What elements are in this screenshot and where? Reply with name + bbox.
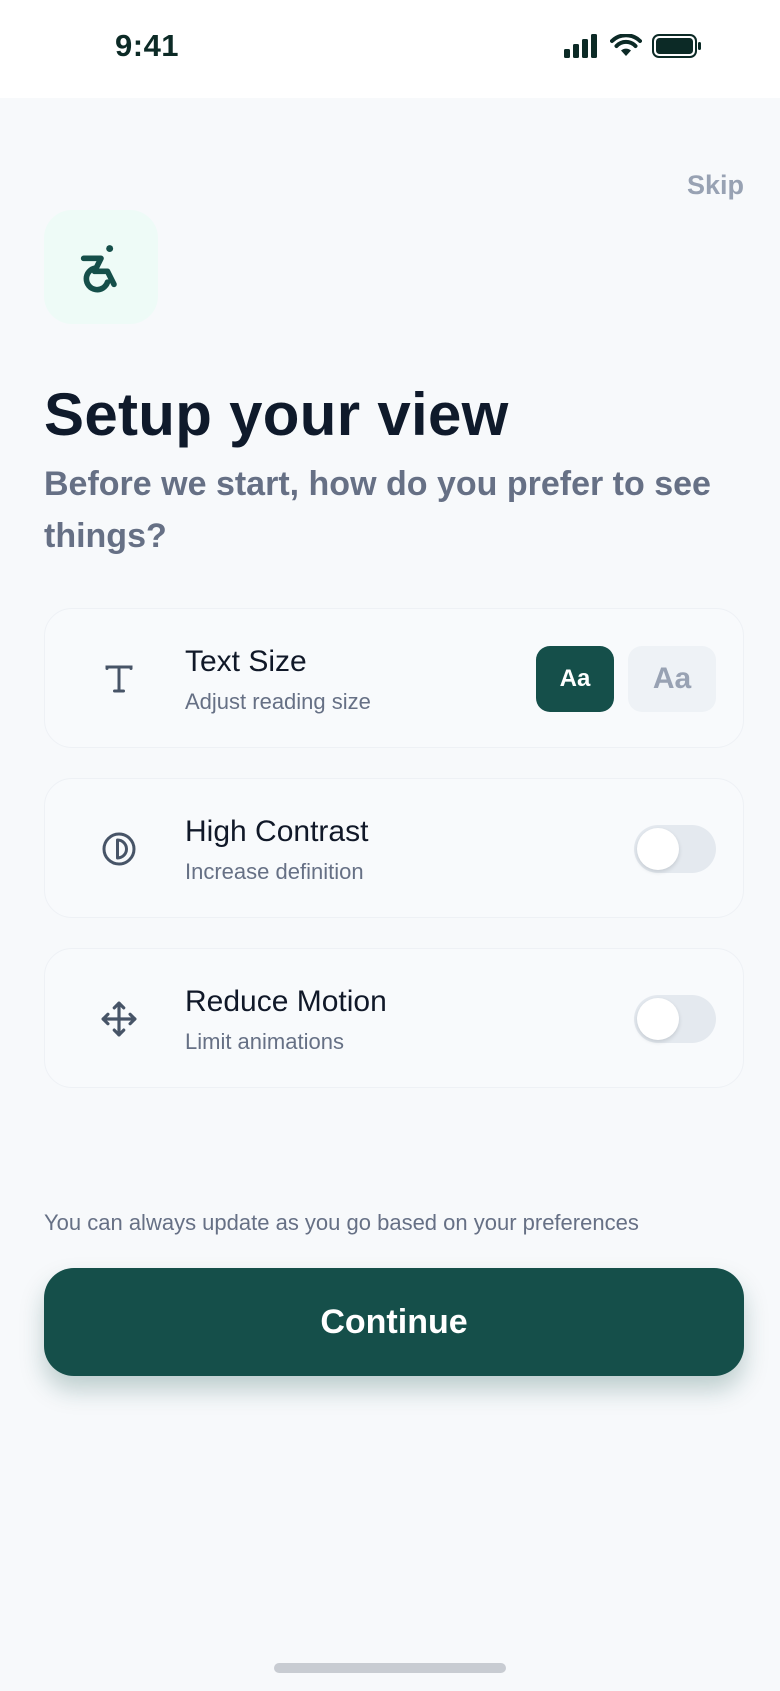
- signal-icon: [564, 34, 597, 58]
- high-contrast-title: High Contrast: [185, 815, 369, 848]
- skip-button[interactable]: Skip: [687, 170, 744, 201]
- page-subtitle: Before we start, how do you prefer to se…: [44, 465, 711, 555]
- toggle-knob: [637, 998, 679, 1040]
- move-icon: [93, 993, 145, 1045]
- status-time: 9:41: [115, 28, 180, 63]
- text-size-card: Text Size Adjust reading size Aa Aa: [44, 608, 744, 748]
- status-icons: [564, 34, 702, 58]
- battery-icon: [652, 34, 701, 58]
- text-size-small-option[interactable]: Aa: [536, 646, 614, 712]
- reduce-motion-card: Reduce Motion Limit animations: [44, 948, 744, 1088]
- text-size-icon: [93, 653, 145, 705]
- hero-icon-tile: [44, 210, 158, 324]
- high-contrast-card: High Contrast Increase definition: [44, 778, 744, 918]
- text-size-subtitle: Adjust reading size: [185, 689, 371, 714]
- high-contrast-toggle[interactable]: [634, 825, 716, 873]
- reduce-motion-subtitle: Limit animations: [185, 1029, 344, 1054]
- reduce-motion-title: Reduce Motion: [185, 985, 387, 1018]
- status-bar: 9:41: [0, 0, 780, 98]
- wifi-icon: [610, 34, 642, 56]
- reduce-motion-toggle[interactable]: [634, 995, 716, 1043]
- footnote-text: You can always update as you go based on…: [44, 1210, 639, 1235]
- contrast-icon: [93, 823, 145, 875]
- continue-button[interactable]: Continue: [44, 1268, 744, 1376]
- home-indicator: [274, 1663, 506, 1673]
- text-size-title: Text Size: [185, 645, 307, 678]
- accessibility-icon: [80, 245, 117, 293]
- page-title: Setup your view: [44, 381, 509, 448]
- toggle-knob: [637, 828, 679, 870]
- high-contrast-subtitle: Increase definition: [185, 859, 364, 884]
- text-size-large-option[interactable]: Aa: [628, 646, 716, 712]
